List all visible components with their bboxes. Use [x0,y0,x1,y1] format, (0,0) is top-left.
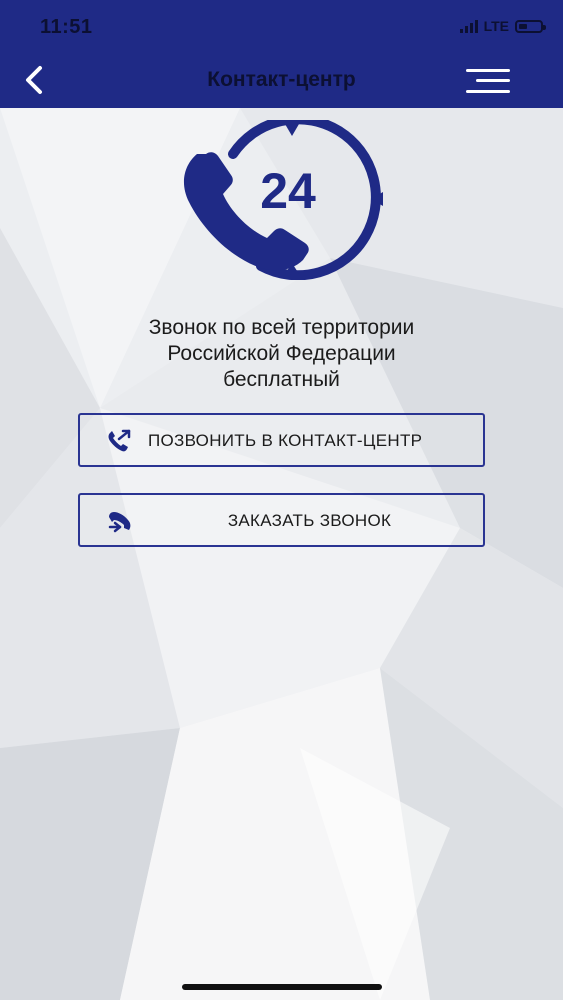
call-contact-center-button[interactable]: ПОЗВОНИТЬ В КОНТАКТ-ЦЕНТР [78,413,485,467]
status-time: 11:51 [40,16,93,38]
description-line: Звонок по всей территории [148,316,415,339]
call-contact-center-label: ПОЗВОНИТЬ В КОНТАКТ-ЦЕНТР [148,431,423,450]
outgoing-call-icon [108,429,131,452]
description-line: бесплатный [223,368,340,391]
network-label: LTE [483,18,509,34]
callback-icon [108,512,131,533]
home-indicator[interactable] [182,984,382,990]
order-call-button[interactable]: ЗАКАЗАТЬ ЗВОНОК [78,493,485,547]
free-call-description: Звонок по всей территории Российской Фед… [40,315,523,393]
battery-icon [515,19,546,33]
signal-icon [459,19,478,33]
order-call-label: ЗАКАЗАТЬ ЗВОНОК [227,511,392,530]
description-line: Российской Федерации [167,342,396,365]
status-indicators: LTE [459,18,546,34]
menu-button[interactable] [466,66,510,96]
logo-number: 24 [260,163,316,219]
hamburger-icon [466,69,510,72]
app-header: 11:51 LTE Контакт-центр [0,0,563,108]
call-center-24-icon: 24 [183,120,383,280]
